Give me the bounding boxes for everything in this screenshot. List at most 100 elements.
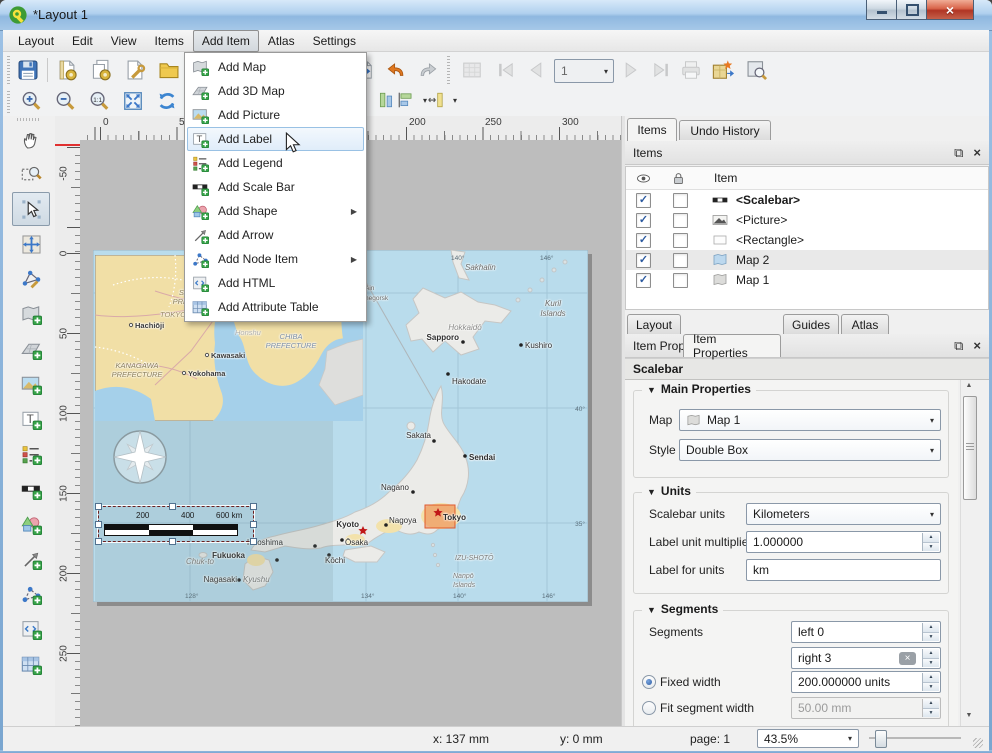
title-bar[interactable]: *Layout 1 × (0, 0, 992, 31)
item-row-map2[interactable]: ✓ Map 2 (626, 250, 988, 270)
raise-items-button[interactable] (374, 88, 398, 112)
menu-item-add-html[interactable]: Add HTML (187, 271, 364, 295)
item-row-picture[interactable]: ✓ <Picture> (626, 210, 988, 230)
tab-item-properties[interactable]: Item Properties (683, 334, 781, 357)
zoom-tool-button[interactable] (12, 157, 50, 191)
last-feature-button[interactable] (647, 56, 675, 84)
atlas-settings-button[interactable] (709, 56, 737, 84)
atlas-feature-combobox[interactable]: 1 ▾ (554, 59, 614, 83)
resize-items-button[interactable]: ▾ (427, 88, 457, 112)
group-header[interactable]: ▼Segments (642, 602, 723, 616)
lock-checkbox[interactable] (673, 213, 688, 228)
close-panel-icon[interactable]: × (973, 338, 981, 354)
toolbar-grip[interactable] (7, 56, 10, 84)
print-atlas-button[interactable] (677, 56, 705, 84)
scalebar-item[interactable]: 200 400 600 km (98, 506, 254, 542)
zoom-out-button[interactable] (51, 87, 79, 115)
open-layout-button[interactable] (155, 56, 183, 84)
spin-buttons[interactable]: ▲▼ (922, 649, 939, 667)
add-map-tool-button[interactable] (12, 297, 50, 331)
first-feature-button[interactable] (492, 56, 520, 84)
style-combobox[interactable]: Double Box ▾ (679, 439, 941, 461)
spin-buttons[interactable]: ▲▼ (922, 699, 939, 717)
menu-item-add-legend[interactable]: Add Legend (187, 151, 364, 175)
resize-grip[interactable] (973, 738, 983, 748)
add-scalebar-tool-button[interactable] (12, 472, 50, 506)
spin-buttons[interactable]: ▲▼ (922, 673, 939, 691)
tab-layout[interactable]: Layout (627, 314, 681, 334)
visibility-checkbox[interactable]: ✓ (636, 233, 651, 248)
add-attribute-table-tool-button[interactable] (12, 647, 50, 681)
visibility-checkbox[interactable]: ✓ (636, 193, 651, 208)
add-picture-tool-button[interactable] (12, 367, 50, 401)
align-items-button[interactable]: ▾ (397, 88, 427, 112)
navigation-toolbar-grip[interactable] (7, 89, 10, 113)
maximize-button[interactable] (896, 0, 928, 20)
lock-checkbox[interactable] (673, 233, 688, 248)
previous-feature-button[interactable] (522, 56, 550, 84)
close-panel-icon[interactable]: × (973, 145, 981, 161)
add-legend-tool-button[interactable] (12, 437, 50, 471)
item-row-rectangle[interactable]: ✓ <Rectangle> (626, 230, 988, 250)
float-panel-icon[interactable]: ⧉ (954, 145, 963, 161)
redo-button[interactable] (414, 56, 442, 84)
spin-buttons[interactable]: ▲▼ (922, 533, 939, 551)
visibility-checkbox[interactable]: ✓ (636, 253, 651, 268)
properties-scrollbar[interactable]: ▲ ▼ (960, 380, 978, 726)
item-row-map1[interactable]: ✓ Map 1 (626, 270, 988, 290)
menu-item-add-attribute-table[interactable]: Add Attribute Table (187, 295, 364, 319)
add-html-tool-button[interactable] (12, 612, 50, 646)
menu-item-add-arrow[interactable]: Add Arrow (187, 223, 364, 247)
menu-item-add-picture[interactable]: Add Picture (187, 103, 364, 127)
item-row-scalebar[interactable]: ✓ <Scalebar> (626, 190, 988, 210)
pan-tool-button[interactable] (12, 122, 50, 156)
spin-buttons[interactable]: ▲▼ (922, 623, 939, 641)
scrollbar-down-arrow[interactable]: ▼ (962, 712, 976, 724)
scrollbar-thumb[interactable] (963, 396, 977, 500)
segments-left-spinbox[interactable]: left 0 ▲▼ (791, 621, 941, 643)
add-arrow-tool-button[interactable] (12, 542, 50, 576)
menu-item-add-3d-map[interactable]: Add 3D Map (187, 79, 364, 103)
resize-handle[interactable] (250, 538, 257, 545)
north-arrow-item[interactable] (108, 425, 172, 489)
edit-nodes-tool-button[interactable] (12, 262, 50, 296)
resize-handle[interactable] (169, 503, 176, 510)
segments-right-spinbox[interactable]: right 3 × ▲▼ (791, 647, 941, 669)
close-button[interactable]: × (926, 0, 974, 20)
new-layout-button[interactable] (53, 56, 81, 84)
next-feature-button[interactable] (617, 56, 645, 84)
scalebar-units-combobox[interactable]: Kilometers ▾ (746, 503, 941, 525)
layout-manager-button[interactable] (121, 56, 149, 84)
lock-checkbox[interactable] (673, 253, 688, 268)
group-header[interactable]: ▼Main Properties (642, 382, 756, 396)
move-item-content-tool-button[interactable] (12, 227, 50, 261)
clear-field-icon[interactable]: × (899, 652, 916, 665)
add-label-tool-button[interactable] (12, 402, 50, 436)
resize-handle[interactable] (250, 503, 257, 510)
resize-handle[interactable] (95, 521, 102, 528)
minimize-button[interactable] (866, 0, 898, 20)
zoom-to-region-button[interactable] (743, 56, 771, 84)
menu-items[interactable]: Items (146, 30, 193, 52)
fixed-width-radio[interactable] (642, 675, 656, 689)
zoom-in-button[interactable] (17, 87, 45, 115)
scrollbar-up-arrow[interactable]: ▲ (962, 382, 976, 394)
duplicate-layout-button[interactable] (87, 56, 115, 84)
lock-checkbox[interactable] (673, 273, 688, 288)
tab-items[interactable]: Items (627, 118, 677, 141)
add-shape-tool-button[interactable] (12, 507, 50, 541)
menu-view[interactable]: View (102, 30, 146, 52)
menu-add-item[interactable]: Add Item (193, 30, 259, 52)
map-combobox[interactable]: Map 1 ▾ (679, 409, 941, 431)
zoom-slider-handle[interactable] (875, 730, 887, 748)
fit-segment-width-spinbox[interactable]: 50.00 mm ▲▼ (791, 697, 941, 719)
menu-edit[interactable]: Edit (63, 30, 102, 52)
tab-atlas[interactable]: Atlas (841, 314, 889, 334)
add-node-item-tool-button[interactable] (12, 577, 50, 611)
tab-undo-history[interactable]: Undo History (679, 120, 771, 140)
fixed-width-spinbox[interactable]: 200.000000 units ▲▼ (791, 671, 941, 693)
zoom-full-button[interactable] (119, 87, 147, 115)
zoom-actual-size-button[interactable] (85, 87, 113, 115)
visibility-checkbox[interactable]: ✓ (636, 273, 651, 288)
refresh-button[interactable] (153, 87, 181, 115)
